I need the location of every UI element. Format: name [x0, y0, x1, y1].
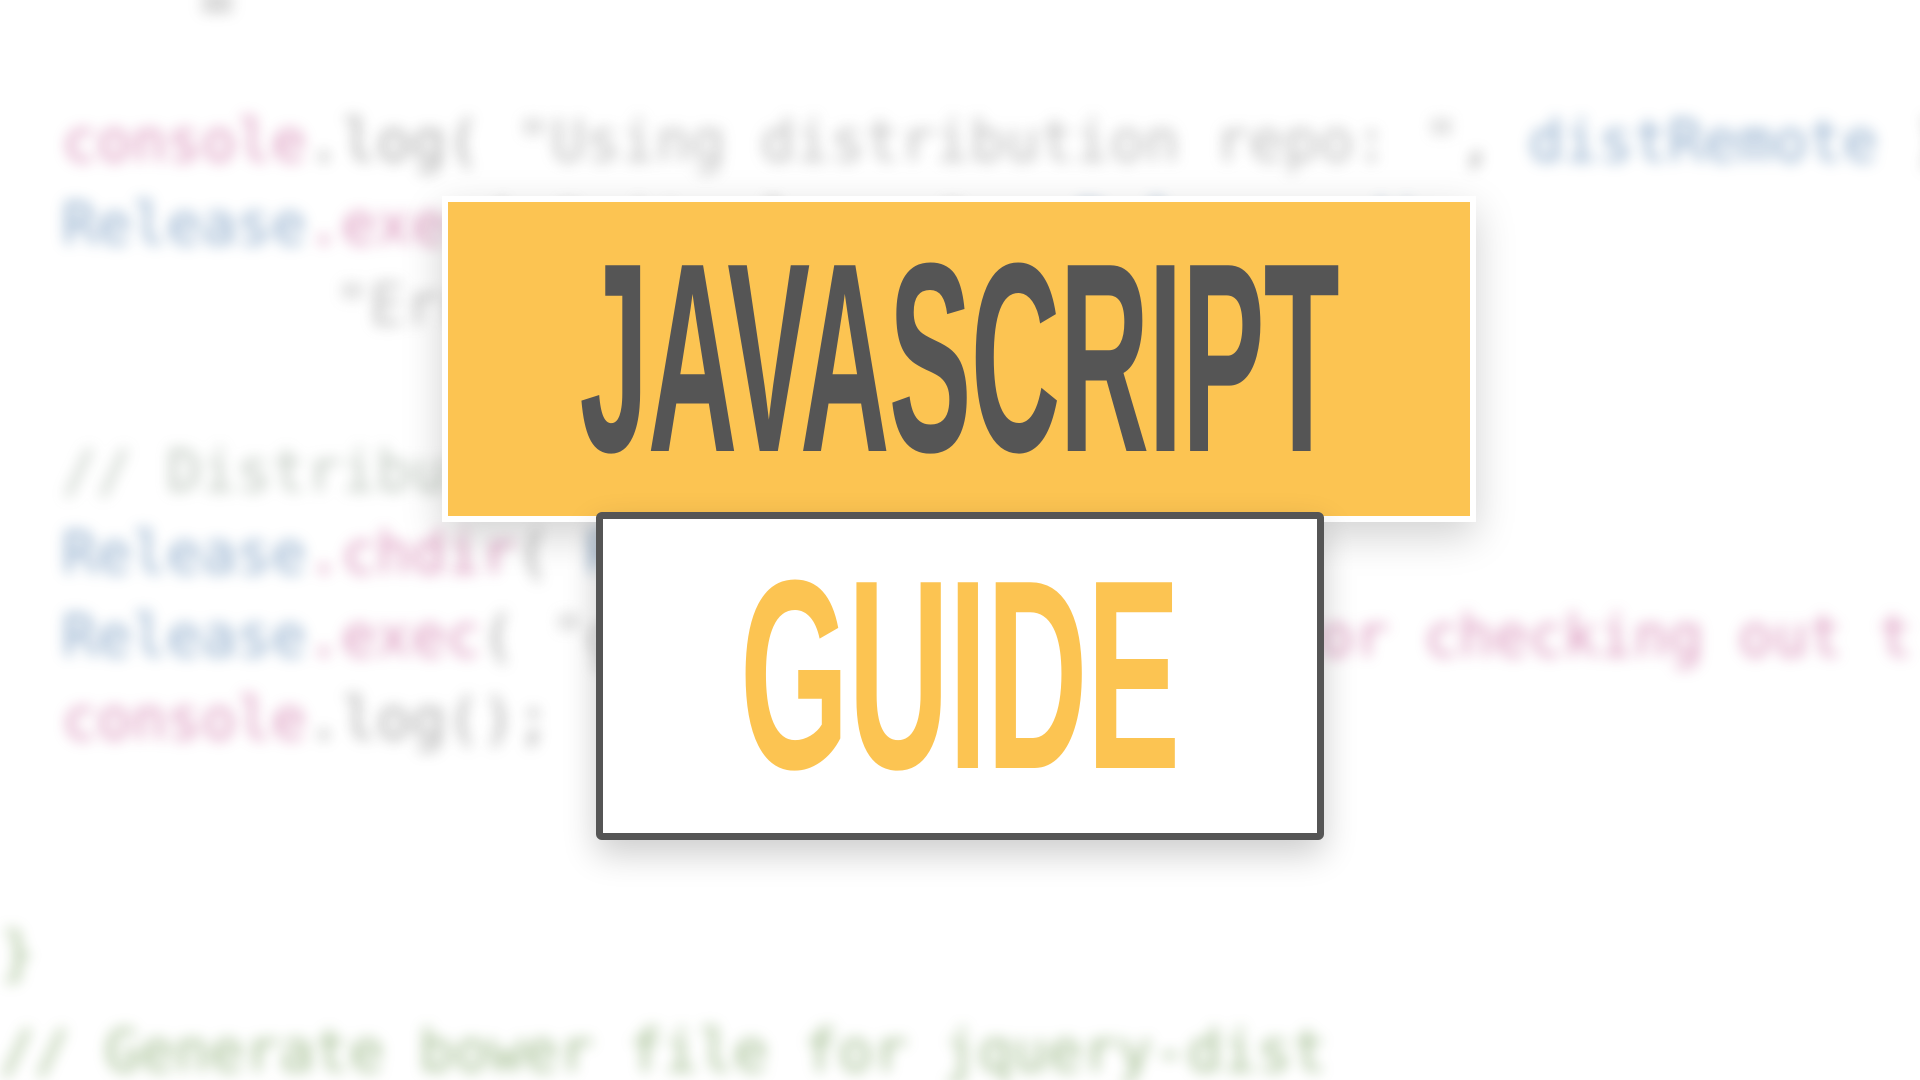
code-token: distRemote	[1528, 107, 1878, 175]
code-line: // Generate bower file for jquery-dist	[0, 1010, 1327, 1080]
code-token: console	[62, 685, 307, 753]
code-token: (	[515, 519, 586, 587]
code-token: );	[1878, 107, 1920, 175]
code-line: console.log( "Using distribution repo: "…	[62, 100, 1920, 182]
code-token: ,	[1458, 107, 1529, 175]
code-token: .chdir	[306, 519, 516, 587]
code-token: Release	[62, 602, 307, 670]
code-line: }	[0, 912, 35, 994]
code-token: .exec	[306, 602, 482, 670]
thumbnail-canvas: = console.log( "Using distribution repo:…	[0, 0, 1920, 1080]
code-token: Release	[62, 519, 307, 587]
title-banner: JAVASCRIPT	[442, 196, 1476, 522]
subtitle-banner: GUIDE	[596, 512, 1324, 840]
code-token: // Generate bower file for jquery-dist	[0, 1017, 1327, 1080]
code-token: "Using distribution repo: "	[515, 107, 1459, 175]
code-token: =	[164, 0, 270, 35]
code-token: (	[481, 602, 551, 670]
code-token: console	[62, 107, 307, 175]
subtitle-text: GUIDE	[740, 525, 1180, 826]
code-token: .log();	[306, 685, 551, 753]
code-token: .log(	[306, 107, 516, 175]
title-text: JAVASCRIPT	[579, 208, 1339, 509]
code-token: Release	[62, 190, 307, 258]
code-line: =	[60, 0, 270, 42]
code-token: }	[0, 919, 35, 987]
code-line: console.log();	[62, 678, 551, 760]
